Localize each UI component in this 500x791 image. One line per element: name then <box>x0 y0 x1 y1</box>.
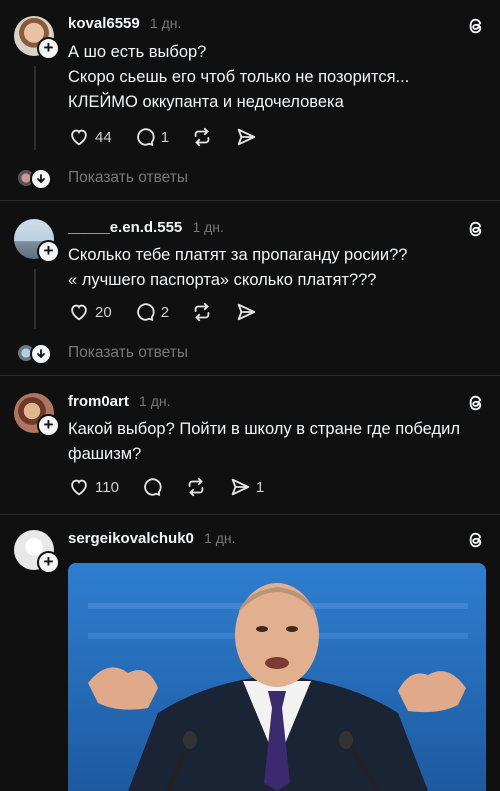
post-2: + _____e.en.d.555 1 дн. Сколько тебе пла… <box>0 200 500 375</box>
post-text: Сколько тебе платят за пропаганду росии?… <box>68 243 486 293</box>
share-button[interactable] <box>235 126 257 148</box>
follow-plus-icon[interactable]: + <box>37 37 60 60</box>
avatar[interactable]: + <box>14 530 60 574</box>
post-text-line: КЛЕЙМО оккупанта и недочеловека <box>68 93 344 111</box>
avatar[interactable]: + <box>14 16 60 60</box>
reply-avatars <box>18 167 52 190</box>
repost-icon <box>194 302 210 322</box>
heart-icon <box>71 129 87 146</box>
post-text-line: фашизм? <box>68 445 142 463</box>
comment-icon <box>144 478 162 496</box>
repost-button[interactable] <box>191 126 213 148</box>
post-text: Какой выбор? Пойти в школу в стране где … <box>68 417 486 467</box>
repost-button[interactable] <box>185 476 207 498</box>
timestamp: 1 дн. <box>192 219 224 235</box>
arrow-down-icon <box>30 168 52 190</box>
share-button[interactable]: 1 <box>229 476 264 498</box>
share-icon <box>237 128 256 146</box>
username[interactable]: sergeikovalchuk0 <box>68 530 194 547</box>
post-actions: 20 2 <box>68 300 279 324</box>
threads-logo-icon[interactable] <box>466 219 486 239</box>
post-header: from0art 1 дн. <box>68 393 171 410</box>
like-count: 44 <box>95 128 112 146</box>
thread-line <box>34 269 36 329</box>
post-text-line: Какой выбор? Пойти в школу в стране где … <box>68 420 460 438</box>
heart-icon <box>71 304 87 321</box>
post-header: _____e.en.d.555 1 дн. <box>68 219 224 236</box>
post-text-line: А шо есть выбор? <box>68 43 207 61</box>
show-replies-row[interactable]: Показать ответы <box>18 167 188 190</box>
share-count: 1 <box>255 478 265 496</box>
show-replies-link[interactable]: Показать ответы <box>68 169 188 187</box>
post-1: + koval6559 1 дн. А шо есть выбор? Скоро… <box>0 0 500 200</box>
timestamp: 1 дн. <box>139 393 171 409</box>
repost-button[interactable] <box>191 301 213 323</box>
follow-plus-icon[interactable]: + <box>37 551 60 574</box>
follow-plus-icon[interactable]: + <box>37 240 60 263</box>
threads-logo-icon[interactable] <box>466 393 486 413</box>
threads-logo-icon[interactable] <box>466 16 486 36</box>
username[interactable]: koval6559 <box>68 15 140 32</box>
post-image[interactable] <box>68 563 486 791</box>
heart-icon <box>71 479 87 496</box>
follow-plus-icon[interactable]: + <box>37 414 60 437</box>
repost-icon <box>188 477 204 497</box>
comment-icon <box>136 303 155 321</box>
share-icon <box>237 303 256 321</box>
post-actions: 110 1 <box>68 475 286 499</box>
reply-avatars <box>18 342 52 365</box>
post-header: koval6559 1 дн. <box>68 15 181 32</box>
post-text: А шо есть выбор? Скоро сьешь его чтоб то… <box>68 40 486 115</box>
repost-icon <box>194 127 210 147</box>
username[interactable]: _____e.en.d.555 <box>68 219 182 236</box>
like-count: 20 <box>95 303 112 321</box>
like-button[interactable]: 44 <box>68 126 112 148</box>
arrow-down-icon <box>30 343 52 365</box>
like-button[interactable]: 110 <box>68 476 119 498</box>
threads-logo-icon[interactable] <box>466 530 486 550</box>
username[interactable]: from0art <box>68 393 129 410</box>
comment-button[interactable] <box>141 476 163 498</box>
post-3: + from0art 1 дн. Какой выбор? Пойти в шк… <box>0 375 500 514</box>
post-text-line: Сколько тебе платят за пропаганду росии?… <box>68 246 408 264</box>
share-button[interactable] <box>235 301 257 323</box>
thread-line <box>34 66 36 150</box>
show-replies-row[interactable]: Показать ответы <box>18 342 188 365</box>
post-actions: 44 1 <box>68 125 279 149</box>
post-text-line: « лучшего паспорта» сколько платят??? <box>68 271 377 289</box>
avatar[interactable]: + <box>14 219 60 263</box>
avatar[interactable]: + <box>14 393 60 437</box>
timestamp: 1 дн. <box>149 15 182 31</box>
post-header: sergeikovalchuk0 1 дн. <box>68 530 236 547</box>
comment-count: 2 <box>160 303 170 321</box>
like-count: 110 <box>95 478 119 496</box>
comment-icon <box>136 128 155 146</box>
post-text-line: Скоро сьешь его чтоб только не позорится… <box>68 68 410 86</box>
share-icon <box>231 478 250 496</box>
comment-button[interactable]: 1 <box>134 126 169 148</box>
post-photo <box>68 563 486 791</box>
like-button[interactable]: 20 <box>68 301 112 323</box>
comment-count: 1 <box>160 128 170 146</box>
comment-button[interactable]: 2 <box>134 301 169 323</box>
show-replies-link[interactable]: Показать ответы <box>68 344 188 362</box>
timestamp: 1 дн. <box>204 530 236 546</box>
